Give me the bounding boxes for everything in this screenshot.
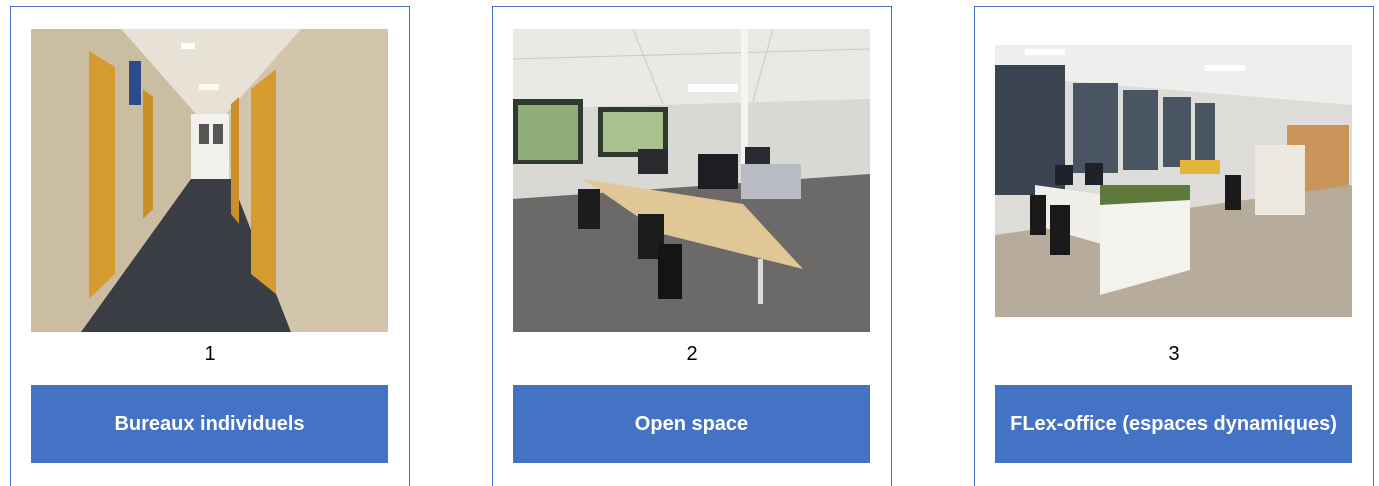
- corridor-photo-icon: [31, 29, 388, 332]
- open-space-photo: [513, 29, 870, 332]
- card-number: 2: [686, 343, 698, 365]
- open-space-photo-icon: [513, 29, 870, 332]
- bureaux-individuels-button[interactable]: Bureaux individuels: [31, 385, 388, 463]
- open-space-button[interactable]: Open space: [513, 385, 870, 463]
- office-type-card-3: 3 FLex-office (espaces dynamiques): [974, 6, 1374, 486]
- flex-office-button[interactable]: FLex-office (espaces dynamiques): [995, 385, 1352, 463]
- flex-office-photo: [995, 45, 1352, 317]
- office-type-card-2: 2 Open space: [492, 6, 892, 486]
- card-number: 3: [1168, 343, 1180, 365]
- flex-office-photo-icon: [995, 45, 1352, 317]
- card-number: 1: [204, 343, 216, 365]
- corridor-photo: [31, 29, 388, 332]
- office-type-card-1: 1 Bureaux individuels: [10, 6, 410, 486]
